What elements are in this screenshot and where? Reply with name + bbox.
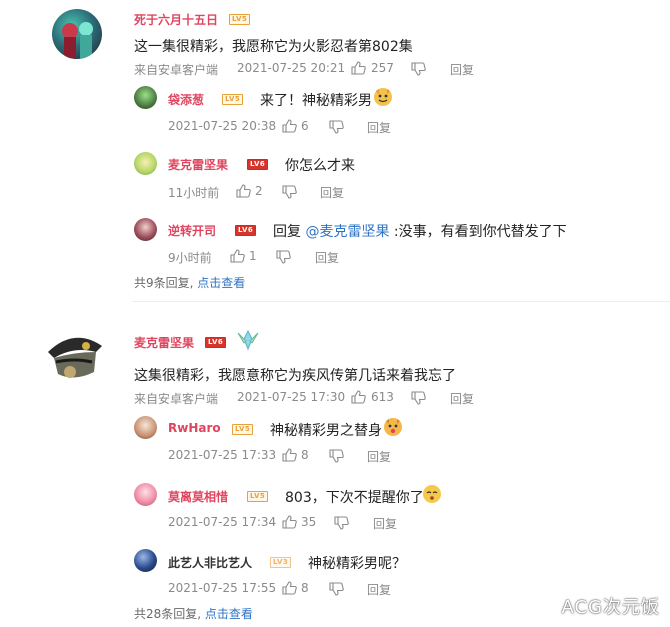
comment-text: 这集很精彩，我愿意称它为疾风传第几话来着我忘了 (134, 368, 456, 384)
reply-button[interactable]: 回复 (367, 119, 391, 136)
reply-button[interactable]: 回复 (450, 390, 474, 407)
reply-button[interactable]: 回复 (450, 61, 474, 78)
thumb-up-icon[interactable] (230, 249, 245, 263)
level-badge: LV5 (247, 491, 269, 502)
avatar[interactable] (134, 416, 157, 439)
reply-time: 11小时前 (168, 186, 220, 200)
like-count: 8 (301, 448, 309, 462)
thumb-down-icon[interactable] (282, 185, 297, 199)
level-badge: LV5 (222, 94, 244, 105)
emoji-icon (423, 485, 441, 503)
reply-button[interactable]: 回复 (367, 448, 391, 465)
avatar[interactable] (134, 86, 157, 109)
reply-text: 你怎么才来 (285, 158, 355, 174)
level-badge: LV6 (235, 225, 257, 236)
level-badge: LV5 (229, 14, 251, 25)
thumb-up-icon[interactable] (282, 119, 297, 133)
thumb-down-icon[interactable] (334, 516, 349, 530)
reply-time: 9小时前 (168, 251, 212, 265)
reply-button[interactable]: 回复 (320, 184, 344, 201)
like-count: 1 (249, 249, 257, 263)
avatar[interactable] (134, 218, 157, 241)
mention-link[interactable]: @麦克雷坚果 (305, 224, 389, 240)
username[interactable]: RwHaro (168, 421, 221, 435)
thumb-down-icon[interactable] (276, 250, 291, 264)
thumb-down-icon[interactable] (411, 62, 426, 76)
thumb-up-icon[interactable] (351, 390, 366, 404)
thumb-up-icon[interactable] (282, 448, 297, 462)
reply-button[interactable]: 回复 (367, 581, 391, 598)
avatar[interactable] (134, 483, 157, 506)
username[interactable]: 逆转开司 (168, 222, 216, 239)
thumb-up-icon[interactable] (236, 184, 251, 198)
watermark: ACG次元饭 (561, 597, 660, 618)
reply-button[interactable]: 回复 (373, 515, 397, 532)
username[interactable]: 麦克雷坚果 (134, 334, 194, 351)
level-badge: LV5 (232, 424, 254, 435)
emoji-icon (384, 418, 402, 436)
thumb-down-icon[interactable] (329, 120, 344, 134)
reply-time: 2021-07-25 17:55 (168, 581, 277, 595)
like-count: 8 (301, 581, 309, 595)
like-count: 35 (301, 515, 317, 529)
like-count: 613 (371, 390, 394, 404)
thumb-up-icon[interactable] (282, 515, 297, 529)
level-badge: LV3 (270, 557, 292, 568)
reply-time: 2021-07-25 20:38 (168, 119, 277, 133)
reply-suffix: :没事，有看到你代替发了下 (393, 224, 567, 240)
reply-text: 来了！神秘精彩男 (260, 93, 372, 109)
reply-text: 回复 @麦克雷坚果 :没事，有看到你代替发了下 (273, 221, 567, 241)
medal-icon (236, 329, 260, 351)
username[interactable]: 麦克雷坚果 (168, 156, 228, 173)
comment-time: 2021-07-25 17:30 (237, 390, 346, 404)
comment-text: 这一集很精彩，我愿称它为火影忍者第802集 (134, 39, 413, 55)
avatar[interactable] (134, 152, 157, 175)
reply-text: 神秘精彩男之替身 (270, 423, 382, 439)
more-replies-count: 共28条回复, (134, 607, 202, 621)
comment-source: 来自安卓客户端 (134, 63, 219, 77)
reply-time: 2021-07-25 17:34 (168, 515, 277, 529)
reply-prefix: 回复 (273, 224, 301, 240)
thumb-down-icon[interactable] (329, 582, 344, 596)
emoji-icon (374, 88, 392, 106)
reply-text: 803，下次不提醒你了 (285, 490, 424, 506)
view-more-link[interactable]: 点击查看 (197, 276, 245, 290)
avatar[interactable] (52, 9, 102, 59)
thumb-down-icon[interactable] (411, 391, 426, 405)
view-more-link[interactable]: 点击查看 (205, 607, 253, 621)
more-replies: 共9条回复, 点击查看 (134, 274, 245, 291)
more-replies: 共28条回复, 点击查看 (134, 605, 253, 622)
thumb-up-icon[interactable] (282, 581, 297, 595)
reply-text: 神秘精彩男呢？ (308, 556, 406, 572)
level-badge: LV6 (205, 337, 227, 348)
like-count: 257 (371, 61, 394, 75)
username[interactable]: 袋添葱 (168, 91, 204, 108)
reply-button[interactable]: 回复 (315, 249, 339, 266)
like-count: 6 (301, 119, 309, 133)
username[interactable]: 莫离莫相惜 (168, 488, 228, 505)
level-badge: LV6 (247, 159, 269, 170)
comment-source: 来自安卓客户端 (134, 392, 219, 406)
username[interactable]: 死于六月十五日 (134, 11, 218, 28)
like-count: 2 (255, 184, 263, 198)
thumb-up-icon[interactable] (351, 61, 366, 75)
divider (132, 301, 670, 302)
thumb-down-icon[interactable] (329, 449, 344, 463)
username[interactable]: 此艺人非比艺人 (168, 554, 252, 571)
avatar[interactable] (44, 322, 106, 384)
more-replies-count: 共9条回复, (134, 276, 194, 290)
comment-time: 2021-07-25 20:21 (237, 61, 346, 75)
avatar[interactable] (134, 549, 157, 572)
reply-time: 2021-07-25 17:33 (168, 448, 277, 462)
